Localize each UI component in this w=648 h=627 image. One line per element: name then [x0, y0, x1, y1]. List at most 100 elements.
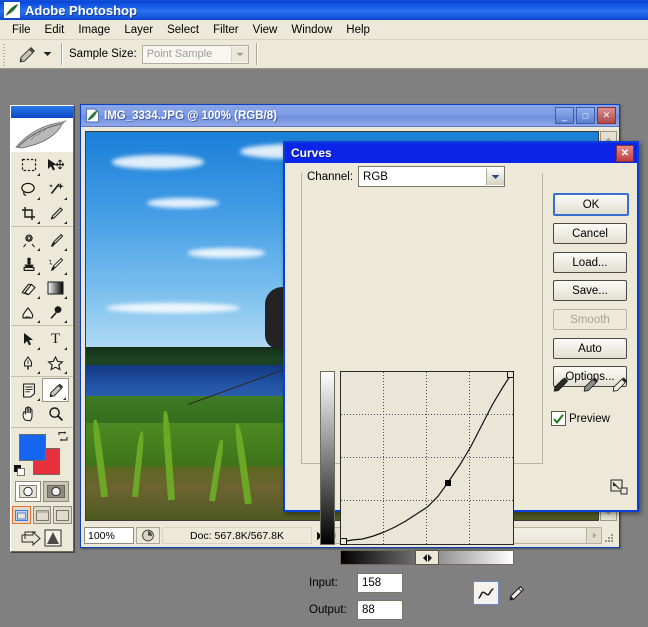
- tool-path-selection[interactable]: [15, 327, 42, 351]
- channel-label: Channel:: [307, 170, 354, 183]
- document-titlebar[interactable]: IMG_3334.JPG @ 100% (RGB/8) _ □ ✕: [81, 105, 619, 127]
- sample-size-select[interactable]: Point Sample: [141, 44, 249, 64]
- menu-help[interactable]: Help: [339, 22, 377, 38]
- foreground-color-swatch[interactable]: [19, 434, 46, 461]
- menu-view[interactable]: View: [246, 22, 285, 38]
- quick-mask-mode-icon[interactable]: [43, 481, 69, 502]
- curve-control-point[interactable]: [445, 480, 451, 486]
- save-button[interactable]: Save...: [553, 280, 627, 301]
- tool-move[interactable]: [42, 153, 69, 177]
- output-label: Output:: [309, 604, 347, 616]
- curve-tool-icon[interactable]: [473, 581, 499, 605]
- tool-pen[interactable]: [15, 351, 42, 375]
- menu-edit[interactable]: Edit: [38, 22, 72, 38]
- jump-to-imageready-button[interactable]: [11, 526, 73, 550]
- curves-dialog-title: Curves: [291, 146, 332, 160]
- tool-clone-stamp[interactable]: [15, 252, 42, 276]
- menu-filter[interactable]: Filter: [206, 22, 246, 38]
- tool-dodge[interactable]: [42, 300, 69, 324]
- tool-more-corner: [37, 221, 40, 224]
- set-black-point-icon[interactable]: [551, 376, 570, 397]
- channel-select[interactable]: RGB: [358, 166, 506, 187]
- tool-brush[interactable]: [42, 228, 69, 252]
- photo-cloud: [188, 248, 266, 258]
- window-resize-grip[interactable]: [602, 528, 614, 543]
- standard-screen-icon[interactable]: [12, 506, 31, 524]
- input-field[interactable]: 158: [357, 573, 403, 593]
- doc-sizes-icon[interactable]: [136, 527, 160, 544]
- curves-button-column: OK Cancel Load... Save... Smooth Auto Op…: [553, 193, 629, 394]
- tool-more-corner: [37, 173, 40, 176]
- curves-dialog-titlebar[interactable]: Curves ✕: [285, 143, 637, 163]
- preview-checkbox-row[interactable]: Preview: [551, 411, 610, 426]
- document-icon: [85, 108, 100, 123]
- resize-grip-icon[interactable]: [610, 479, 628, 498]
- close-icon[interactable]: ✕: [616, 144, 634, 162]
- document-close-button[interactable]: ✕: [597, 107, 616, 124]
- swap-arrows-icon[interactable]: [57, 431, 69, 445]
- eyedropper-icon[interactable]: [14, 42, 40, 66]
- cancel-button[interactable]: Cancel: [553, 223, 627, 244]
- toolbox-color-section: [11, 428, 73, 551]
- pencil-tool-icon[interactable]: [503, 582, 527, 604]
- document-minimize-button[interactable]: _: [555, 107, 574, 124]
- menu-select[interactable]: Select: [160, 22, 206, 38]
- standard-mode-icon[interactable]: [15, 481, 41, 502]
- tool-hand[interactable]: [15, 402, 42, 426]
- menu-file[interactable]: File: [5, 22, 38, 38]
- smooth-button: Smooth: [553, 309, 627, 330]
- input-label: Input:: [309, 577, 338, 589]
- set-white-point-icon[interactable]: [610, 376, 629, 397]
- tool-magic-wand[interactable]: [42, 177, 69, 201]
- tool-lasso[interactable]: [15, 177, 42, 201]
- photoshop-application-window: Adobe Photoshop File Edit Image Layer Se…: [0, 0, 648, 620]
- output-field[interactable]: 88: [357, 600, 403, 620]
- preview-checkbox[interactable]: [551, 411, 566, 426]
- curve-black-point[interactable]: [340, 538, 347, 545]
- auto-button[interactable]: Auto: [553, 338, 627, 359]
- tool-eraser[interactable]: [15, 276, 42, 300]
- tool-history-brush[interactable]: [42, 252, 69, 276]
- tool-crop[interactable]: [15, 201, 42, 225]
- tool-slice[interactable]: [42, 201, 69, 225]
- output-gradient-bar: [320, 371, 335, 545]
- toolbox-group-annotation: [11, 377, 73, 428]
- default-colors-icon[interactable]: [14, 465, 25, 476]
- curve-graph[interactable]: [340, 371, 514, 545]
- options-bar-grip[interactable]: [1, 42, 8, 66]
- document-maximize-button[interactable]: □: [576, 107, 595, 124]
- full-screen-icon[interactable]: [53, 506, 73, 524]
- tool-more-corner: [64, 221, 67, 224]
- tool-healing-brush[interactable]: [15, 228, 42, 252]
- hscroll-right-button[interactable]: [586, 527, 602, 544]
- chevron-down-icon[interactable]: [486, 168, 505, 185]
- photoshop-feather-icon: [11, 118, 73, 152]
- tool-eyedropper[interactable]: [42, 378, 69, 402]
- application-titlebar: Adobe Photoshop: [0, 0, 648, 20]
- tool-more-corner: [37, 371, 40, 374]
- toolbox-group-selection: [11, 152, 73, 227]
- menu-layer[interactable]: Layer: [117, 22, 160, 38]
- ok-button[interactable]: OK: [553, 193, 629, 216]
- load-button[interactable]: Load...: [553, 252, 627, 273]
- arrow-left-icon: [422, 553, 427, 562]
- curve-white-point[interactable]: [507, 371, 514, 378]
- tool-options-bar: Sample Size: Point Sample: [0, 40, 648, 69]
- tool-more-corner: [64, 197, 67, 200]
- toolbox-titlebar[interactable]: [11, 106, 73, 118]
- menu-window[interactable]: Window: [284, 22, 339, 38]
- tool-blur[interactable]: [15, 300, 42, 324]
- tool-gradient[interactable]: [42, 276, 69, 300]
- menu-image[interactable]: Image: [71, 22, 117, 38]
- full-screen-menubar-icon[interactable]: [32, 506, 52, 524]
- tool-zoom[interactable]: [42, 402, 69, 426]
- channel-value: RGB: [363, 170, 388, 183]
- chevron-down-icon[interactable]: [40, 42, 54, 66]
- tool-notes[interactable]: [15, 378, 42, 402]
- tool-type[interactable]: T: [42, 327, 69, 351]
- tool-custom-shape[interactable]: [42, 351, 69, 375]
- chevron-down-icon[interactable]: [230, 46, 248, 62]
- set-gray-point-icon[interactable]: [581, 376, 600, 397]
- zoom-level-field[interactable]: 100%: [84, 527, 134, 544]
- tool-rectangular-marquee[interactable]: [15, 153, 42, 177]
